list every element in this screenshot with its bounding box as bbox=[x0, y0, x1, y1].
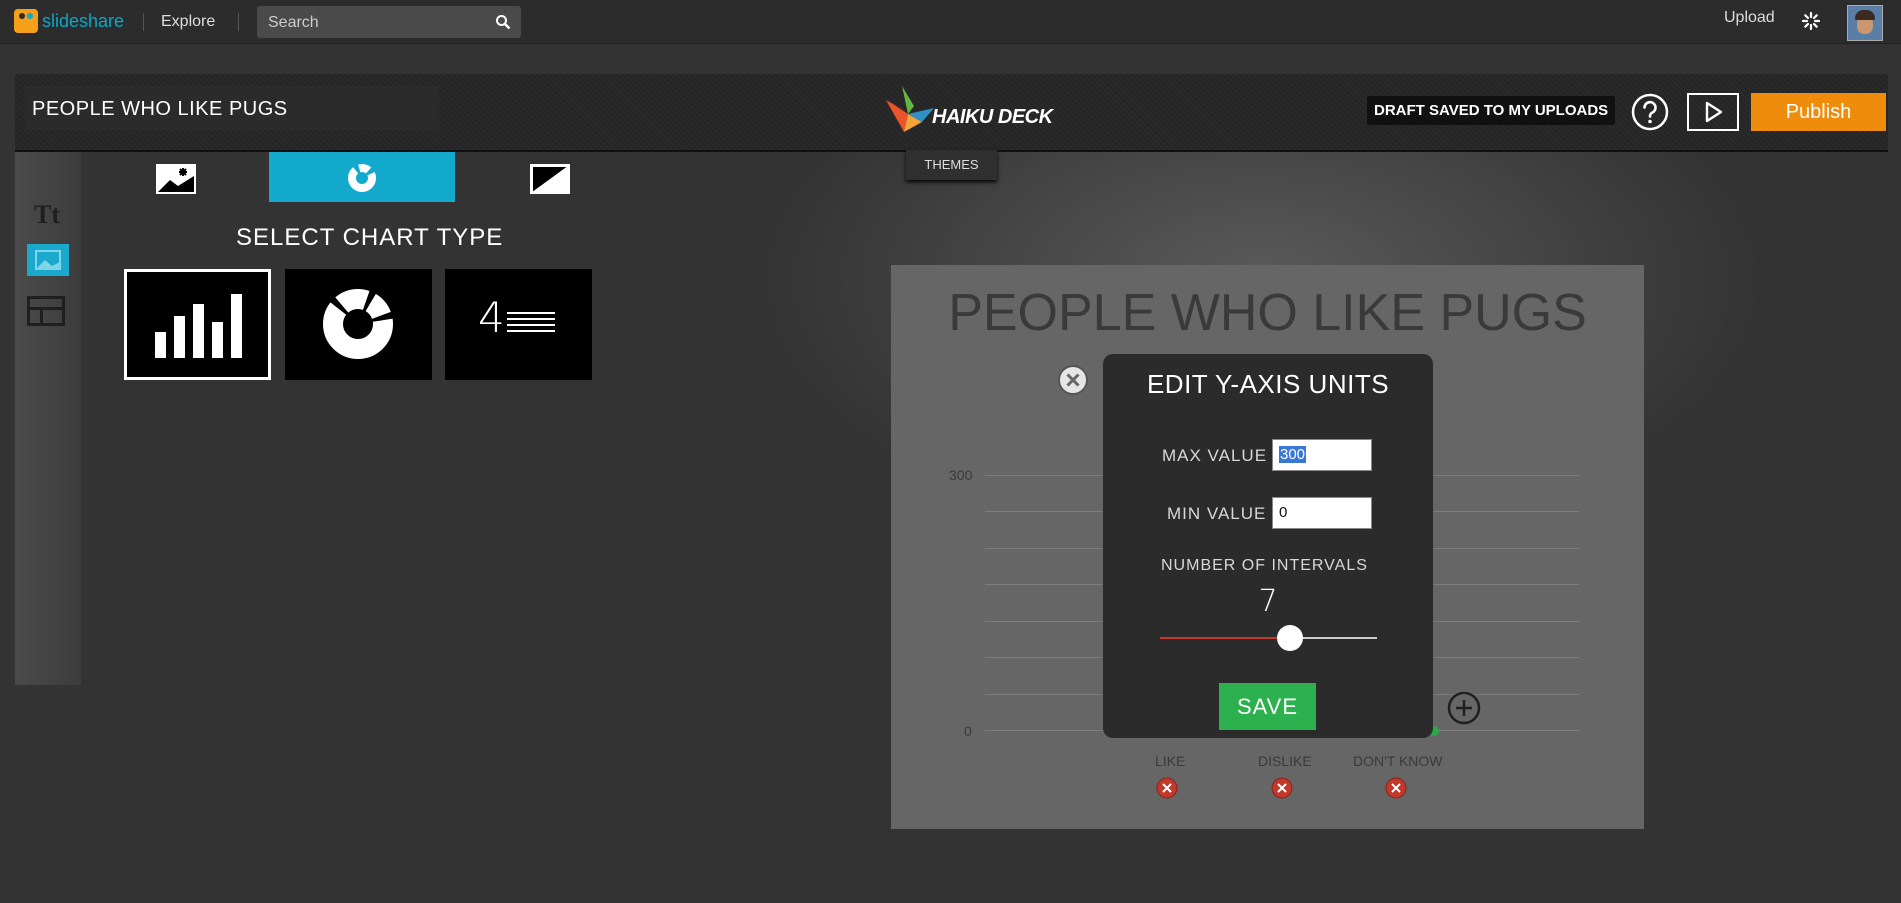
min-value-input[interactable]: 0 bbox=[1272, 497, 1372, 529]
save-button[interactable]: SAVE bbox=[1219, 683, 1316, 730]
max-value-label: MAX VALUE bbox=[1162, 446, 1268, 465]
help-icon[interactable] bbox=[1631, 93, 1669, 131]
deck-header: PEOPLE WHO LIKE PUGS HAIKU DECK DRAFT SA… bbox=[15, 74, 1888, 152]
delete-category-icon[interactable] bbox=[1385, 777, 1407, 799]
max-value-text: 300 bbox=[1279, 446, 1307, 463]
upload-link[interactable]: Upload bbox=[1724, 9, 1775, 27]
modal-title: EDIT Y-AXIS UNITS bbox=[1146, 369, 1390, 399]
tab-image[interactable] bbox=[150, 152, 200, 202]
slideshare-logo-icon bbox=[14, 9, 38, 33]
explore-link[interactable]: Explore bbox=[161, 13, 215, 31]
haiku-deck-wordmark: HAIKU DECK bbox=[932, 106, 1053, 128]
chart-type-donut[interactable] bbox=[285, 269, 432, 380]
min-value-text: 0 bbox=[1279, 504, 1288, 521]
edit-y-axis-modal: EDIT Y-AXIS UNITS MAX VALUE 300 MIN VALU… bbox=[1103, 354, 1433, 738]
search-icon[interactable] bbox=[495, 14, 511, 30]
search-placeholder: Search bbox=[268, 14, 319, 31]
deck-title: PEOPLE WHO LIKE PUGS bbox=[32, 98, 288, 120]
max-value-input[interactable]: 300 bbox=[1272, 439, 1372, 471]
haiku-crane-icon bbox=[886, 86, 934, 132]
category-label-dont-know[interactable]: DON'T KNOW bbox=[1353, 753, 1443, 769]
delete-category-icon[interactable] bbox=[1156, 777, 1178, 799]
intervals-label: NUMBER OF INTERVALS bbox=[1161, 557, 1368, 574]
y-tick-max: 300 bbox=[949, 467, 973, 483]
deck-title-field[interactable]: PEOPLE WHO LIKE PUGS bbox=[25, 86, 439, 130]
avatar-hair bbox=[1855, 10, 1875, 20]
stat-lines-icon bbox=[507, 312, 555, 332]
add-category-icon[interactable] bbox=[1447, 691, 1481, 725]
search-input[interactable]: Search bbox=[257, 6, 521, 38]
spinner-icon bbox=[1801, 11, 1821, 31]
y-tick-min: 0 bbox=[964, 723, 972, 739]
slide-title[interactable]: PEOPLE WHO LIKE PUGS bbox=[891, 283, 1644, 343]
bar-chart-icon bbox=[155, 294, 242, 358]
user-avatar[interactable] bbox=[1847, 5, 1883, 41]
chart-tab-icon bbox=[348, 164, 376, 192]
slideshare-logo[interactable]: slideshare bbox=[14, 8, 124, 34]
divider bbox=[238, 13, 239, 31]
solid-color-tab-icon bbox=[530, 164, 570, 194]
chart-type-bar[interactable] bbox=[124, 269, 271, 380]
close-modal-icon[interactable] bbox=[1057, 364, 1089, 396]
tool-rail: Tt bbox=[15, 152, 81, 685]
delete-category-icon[interactable] bbox=[1271, 777, 1293, 799]
publish-button[interactable]: Publish bbox=[1751, 93, 1886, 131]
min-value-label: MIN VALUE bbox=[1167, 504, 1267, 523]
tab-chart[interactable] bbox=[269, 152, 455, 202]
draft-status-badge: DRAFT SAVED TO MY UPLOADS bbox=[1367, 96, 1616, 125]
select-chart-type-heading: SELECT CHART TYPE bbox=[236, 224, 504, 251]
category-label-like[interactable]: LIKE bbox=[1155, 753, 1185, 769]
stat-number: 4 bbox=[478, 293, 505, 342]
category-label-dislike[interactable]: DISLIKE bbox=[1258, 753, 1312, 769]
image-tab-icon bbox=[156, 164, 196, 194]
donut-chart-icon bbox=[323, 289, 393, 359]
image-glyph bbox=[35, 250, 61, 270]
text-tool-icon[interactable]: Tt bbox=[34, 200, 60, 230]
intervals-slider-fill bbox=[1160, 637, 1291, 639]
haiku-deck-logo: HAIKU DECK bbox=[870, 80, 1080, 140]
preview-button[interactable] bbox=[1687, 93, 1739, 131]
divider bbox=[143, 13, 144, 31]
intervals-slider[interactable] bbox=[1160, 637, 1377, 639]
play-icon bbox=[1705, 101, 1723, 123]
intervals-value: 7 bbox=[1258, 584, 1278, 619]
intervals-slider-handle[interactable] bbox=[1277, 625, 1304, 651]
themes-button[interactable]: THEMES bbox=[906, 150, 997, 180]
tab-solid-color[interactable] bbox=[520, 152, 580, 202]
image-tool-icon[interactable] bbox=[27, 244, 69, 276]
chart-type-stat[interactable]: 4 bbox=[445, 269, 592, 380]
slideshare-wordmark: slideshare bbox=[42, 10, 125, 31]
layout-tool-icon[interactable] bbox=[27, 296, 65, 326]
top-navigation-bar: slideshare Explore Search Upload bbox=[0, 0, 1901, 44]
